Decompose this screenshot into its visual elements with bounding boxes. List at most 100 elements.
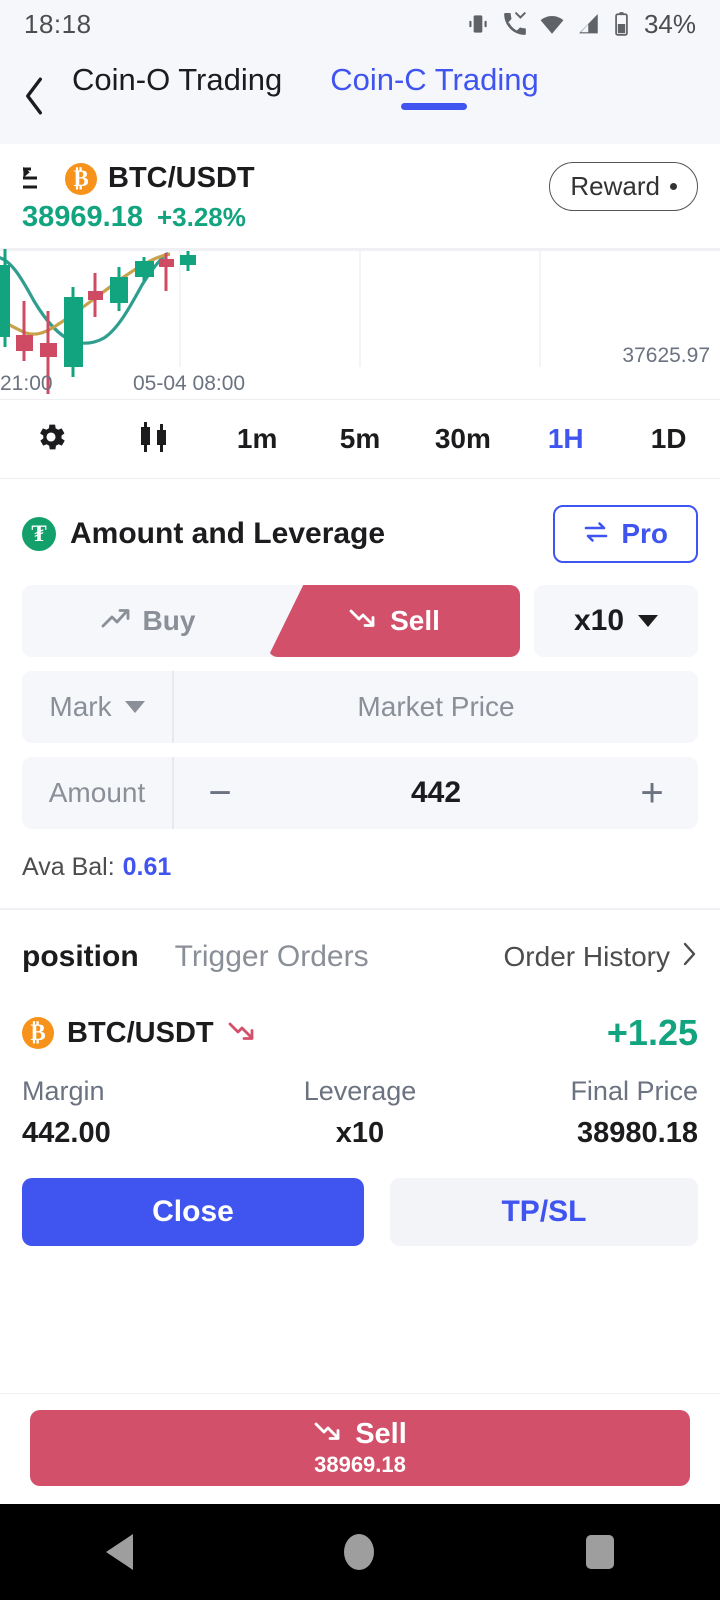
signal-icon — [576, 11, 602, 37]
tab-label: Coin-O Trading — [72, 62, 283, 97]
app-header: Coin-O Trading Coin-C Trading — [0, 48, 720, 144]
pro-label: Pro — [621, 518, 668, 549]
sell-order-button[interactable]: Sell 38969.18 — [30, 1410, 690, 1486]
timeframe-1m[interactable]: 1m — [206, 423, 309, 455]
status-bar-time: 18:18 — [24, 8, 92, 39]
trend-up-icon — [101, 605, 131, 637]
leverage-value: x10 — [573, 604, 625, 637]
tab-active-underline — [401, 103, 468, 110]
market-list-icon[interactable] — [22, 165, 54, 193]
order-form-title-group: ₮ Amount and Leverage — [22, 517, 385, 551]
ticker-price-row: 38969.18 +3.28% — [22, 201, 255, 234]
tab-position[interactable]: position — [22, 940, 139, 974]
side-and-leverage-row: Buy Sell x10 — [22, 585, 698, 657]
positions-tabbar: position Trigger Orders Order History — [0, 910, 720, 994]
position-leverage-value: x10 — [335, 1117, 385, 1149]
chart-type-button[interactable] — [103, 420, 206, 459]
back-button[interactable] — [0, 48, 68, 144]
chevron-down-icon — [124, 701, 145, 713]
position-pair-group: ₿ BTC/USDT — [22, 1017, 257, 1050]
position-card: ₿ BTC/USDT +1.25 Margin Leverage Final P… — [0, 994, 720, 1276]
position-margin-value: 442.00 — [22, 1117, 111, 1149]
timeframe-bar: 1m 5m 30m 1H 1D — [0, 399, 720, 479]
chart-time-label-2: 05-04 08:00 — [133, 372, 246, 395]
bottom-action-bar: Sell 38969.18 — [0, 1393, 720, 1504]
position-final-price-value: 38980.18 — [577, 1117, 698, 1149]
position-pnl: +1.25 — [606, 1012, 698, 1053]
sell-order-label-row: Sell — [313, 1418, 407, 1451]
price-input[interactable]: Market Price — [174, 671, 698, 743]
bitcoin-icon: ₿ — [22, 1017, 54, 1049]
reward-label: Reward — [570, 171, 660, 201]
android-nav-bar — [0, 1504, 720, 1600]
content-spacer — [0, 1276, 720, 1393]
reward-button[interactable]: Reward — [549, 162, 698, 211]
sell-label: Sell — [390, 605, 440, 636]
ticker-pair: BTC/USDT — [108, 162, 255, 194]
app-root: 18:18 34% Coin-O Trading Coin-C Trading … — [0, 0, 720, 1600]
sell-order-price: 38969.18 — [314, 1452, 406, 1477]
buy-label: Buy — [142, 605, 196, 636]
bitcoin-icon: ₿ — [65, 162, 97, 195]
sell-tab[interactable]: Sell — [268, 585, 520, 657]
timeframe-1h[interactable]: 1H — [514, 423, 617, 455]
position-actions: Close TP/SL — [22, 1178, 698, 1276]
chart-time-label-1: 21:00 — [0, 372, 53, 395]
amount-increment-button[interactable]: + — [606, 757, 698, 829]
tab-coin-c-trading[interactable]: Coin-C Trading — [326, 62, 542, 110]
candlestick-chart-svg — [0, 249, 720, 394]
leverage-selector[interactable]: x10 — [534, 585, 698, 657]
chart-price-label: 37625.97 — [622, 344, 710, 367]
android-home-icon[interactable] — [344, 1534, 375, 1570]
price-placeholder: Market Price — [357, 691, 515, 722]
timeframe-30m[interactable]: 30m — [411, 423, 514, 455]
order-form-header: ₮ Amount and Leverage Pro — [22, 479, 698, 585]
close-position-button[interactable]: Close — [22, 1178, 364, 1246]
trend-down-icon — [313, 1418, 343, 1451]
price-chart[interactable]: 37625.97 21:00 05-04 08:00 — [0, 249, 720, 399]
chart-settings-button[interactable] — [0, 420, 103, 459]
available-balance-label: Ava Bal: — [22, 853, 115, 881]
candlestick-icon — [136, 420, 172, 459]
order-history-label: Order History — [503, 941, 670, 972]
android-back-icon[interactable] — [105, 1534, 133, 1570]
timeframe-1d[interactable]: 1D — [617, 423, 720, 455]
android-recents-icon[interactable] — [586, 1535, 615, 1569]
order-form: ₮ Amount and Leverage Pro Buy Sell x10 M… — [0, 479, 720, 908]
ticker-price: 38969.18 — [22, 201, 143, 233]
tpsl-button[interactable]: TP/SL — [390, 1178, 698, 1246]
trend-down-icon — [227, 1019, 257, 1048]
amount-label-text: Amount — [48, 777, 146, 808]
pro-mode-button[interactable]: Pro — [553, 505, 698, 563]
missed-call-icon — [502, 11, 528, 37]
ticker-info[interactable]: ₿ BTC/USDT 38969.18 +3.28% — [22, 162, 255, 234]
price-type-value: Mark — [49, 691, 112, 722]
position-leverage-label: Leverage — [303, 1076, 417, 1106]
tether-icon: ₮ — [22, 517, 56, 551]
trend-down-icon — [348, 605, 378, 637]
side-toggle: Buy Sell — [22, 585, 520, 657]
amount-label: Amount — [22, 757, 174, 829]
status-bar: 18:18 34% — [0, 0, 720, 48]
available-balance-value: 0.61 — [122, 853, 172, 881]
reward-dot-icon — [670, 183, 677, 190]
battery-icon — [613, 11, 630, 37]
tab-coin-o-trading[interactable]: Coin-O Trading — [68, 62, 286, 98]
wifi-icon — [539, 11, 565, 37]
tab-trigger-orders[interactable]: Trigger Orders — [175, 940, 369, 974]
order-history-link[interactable]: Order History — [504, 941, 698, 974]
chevron-down-icon — [638, 615, 659, 627]
amount-input[interactable]: 442 — [266, 757, 606, 829]
price-type-selector[interactable]: Mark — [22, 671, 174, 743]
available-balance: Ava Bal: 0.61 — [22, 843, 698, 908]
amount-decrement-button[interactable]: − — [174, 757, 266, 829]
ticker-bar: ₿ BTC/USDT 38969.18 +3.28% Reward — [0, 144, 720, 249]
buy-tab[interactable]: Buy — [22, 585, 274, 657]
timeframe-5m[interactable]: 5m — [309, 423, 412, 455]
position-margin-label: Margin — [22, 1076, 105, 1106]
status-bar-icons: 34% — [465, 9, 696, 40]
vibrate-icon — [465, 11, 491, 37]
battery-percent: 34% — [643, 8, 696, 39]
chevron-right-icon — [682, 941, 698, 974]
positions-tabs: position Trigger Orders — [22, 940, 369, 974]
